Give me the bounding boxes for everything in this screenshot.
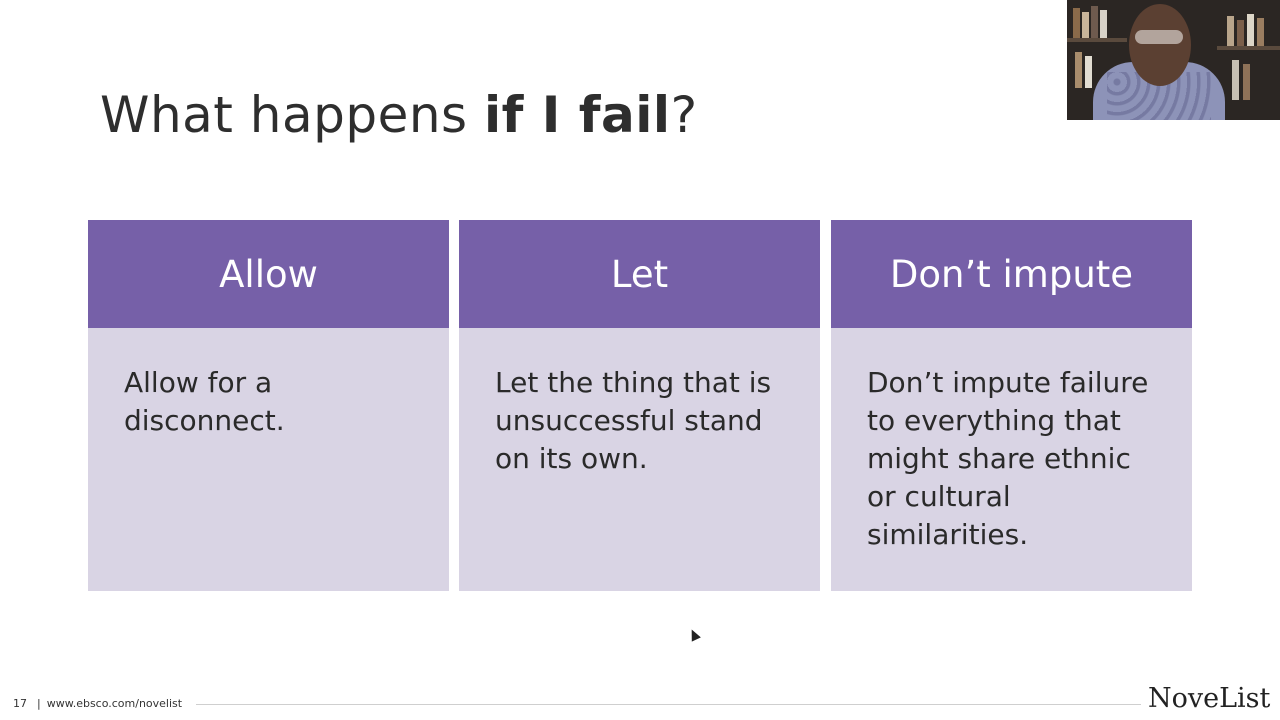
novelist-logo: NoveList xyxy=(1148,683,1271,714)
card-allow: Allow Allow for a disconnect. xyxy=(88,220,449,591)
card-dont-impute: Don’t impute Don’t impute failure to eve… xyxy=(831,220,1192,591)
book xyxy=(1232,60,1239,100)
presentation-slide: What happens if I fail? Allow Allow for … xyxy=(0,0,1280,720)
card-header: Allow xyxy=(88,220,449,328)
card-body: Allow for a disconnect. xyxy=(124,366,285,437)
book xyxy=(1085,56,1092,88)
mouse-pointer-icon xyxy=(687,627,701,642)
title-end: ? xyxy=(670,86,698,144)
card-let: Let Let the thing that is unsuccessful s… xyxy=(459,220,820,591)
book xyxy=(1237,20,1244,46)
title-bold: if I fail xyxy=(483,86,671,144)
book xyxy=(1257,18,1264,46)
book xyxy=(1082,12,1089,38)
presenter-webcam-feed xyxy=(1067,0,1280,120)
slide-footer: 17 | www.ebsco.com/novelist xyxy=(13,697,182,710)
footer-divider xyxy=(196,704,1141,705)
book xyxy=(1073,8,1080,38)
card-heading: Don’t impute xyxy=(889,252,1134,296)
card-heading: Let xyxy=(610,252,669,296)
page-number: 17 xyxy=(13,697,27,710)
footer-separator: | xyxy=(37,697,41,710)
glasses xyxy=(1135,30,1183,44)
card-heading: Allow xyxy=(219,252,318,296)
book xyxy=(1075,52,1082,88)
book xyxy=(1247,14,1254,46)
card-body: Don’t impute failure to everything that … xyxy=(867,366,1149,551)
title-plain: What happens xyxy=(100,86,484,144)
book xyxy=(1091,6,1098,38)
bookshelf xyxy=(1217,46,1280,50)
book xyxy=(1227,16,1234,46)
card-header: Don’t impute xyxy=(831,220,1192,328)
slide-title: What happens if I fail? xyxy=(100,86,698,144)
card-body: Let the thing that is unsuccessful stand… xyxy=(495,366,772,475)
card-row: Allow Allow for a disconnect. Let Let th… xyxy=(88,220,1192,591)
bookshelf xyxy=(1067,38,1127,42)
card-header: Let xyxy=(459,220,820,328)
book xyxy=(1100,10,1107,38)
footer-url: www.ebsco.com/novelist xyxy=(46,697,183,710)
book xyxy=(1243,64,1250,100)
presenter-head xyxy=(1129,4,1191,86)
